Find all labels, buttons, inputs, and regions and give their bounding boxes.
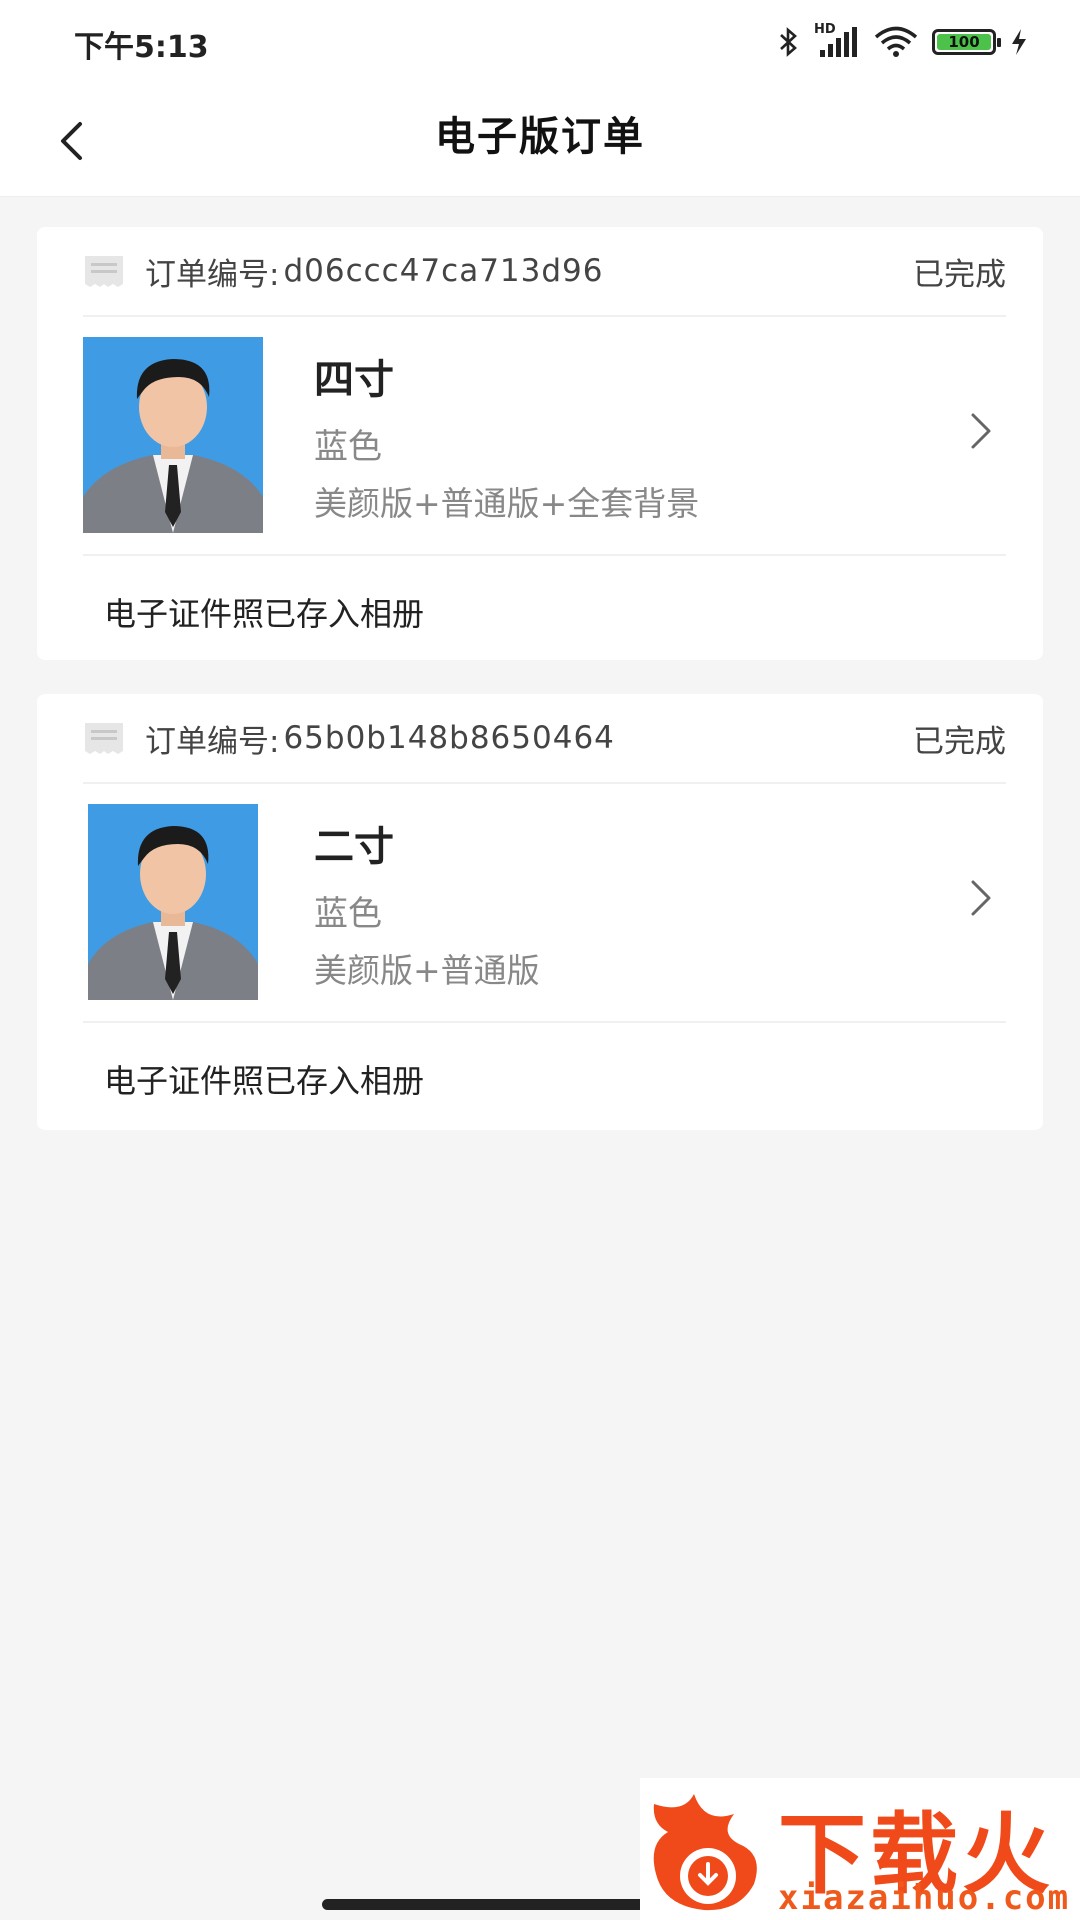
order-status: 已完成 [913,723,1006,760]
watermark: 下载火 xiazaihuo.com [640,1778,1080,1920]
page-title: 电子版订单 [435,114,645,160]
battery-icon: 100 [932,29,1001,55]
watermark-url: xiazaihuo.com [778,1878,1071,1918]
bluetooth-icon [780,27,797,57]
wifi-icon [874,26,918,57]
status-bar: 下午5:13 HD 100 [0,0,1080,86]
order-card[interactable]: 订单编号: d06ccc47ca713d96 已完成 四寸 蓝色 美颜版+普通版… [37,227,1043,660]
order-number: d06ccc47ca713d96 [283,253,604,289]
saved-to-album-note: 电子证件照已存入相册 [104,1062,425,1100]
order-number-label: 订单编号: [145,256,280,293]
id-photo-thumbnail[interactable] [88,804,258,1000]
saved-to-album-note: 电子证件照已存入相册 [104,595,425,633]
package-description: 美颜版+普通版 [314,951,540,990]
flame-logo-icon [653,1794,757,1911]
charging-icon [1012,29,1026,55]
divider [83,554,1006,556]
id-photo-thumbnail[interactable] [83,337,263,533]
status-time: 下午5:13 [74,30,209,65]
background-color: 蓝色 [314,427,382,467]
status-icons: HD 100 [778,22,1028,62]
battery-level: 100 [948,33,980,51]
signal-icon: HD [814,22,860,58]
order-number: 65b0b148b8650464 [283,720,615,756]
order-header: 订单编号: 65b0b148b8650464 已完成 [83,694,1006,784]
divider [83,1021,1006,1023]
receipt-icon [85,723,123,754]
chevron-right-icon[interactable] [963,878,999,918]
order-card[interactable]: 订单编号: 65b0b148b8650464 已完成 二寸 蓝色 美颜版+普通版… [37,694,1043,1130]
photo-size: 四寸 [314,357,394,403]
nav-bar: 电子版订单 [0,86,1080,197]
photo-size: 二寸 [314,824,394,870]
package-description: 美颜版+普通版+全套背景 [314,484,700,523]
order-number-label: 订单编号: [145,723,280,760]
order-status: 已完成 [913,256,1006,293]
receipt-icon [85,256,123,287]
background-color: 蓝色 [314,894,382,934]
chevron-right-icon[interactable] [963,411,999,451]
order-header: 订单编号: d06ccc47ca713d96 已完成 [83,227,1006,317]
